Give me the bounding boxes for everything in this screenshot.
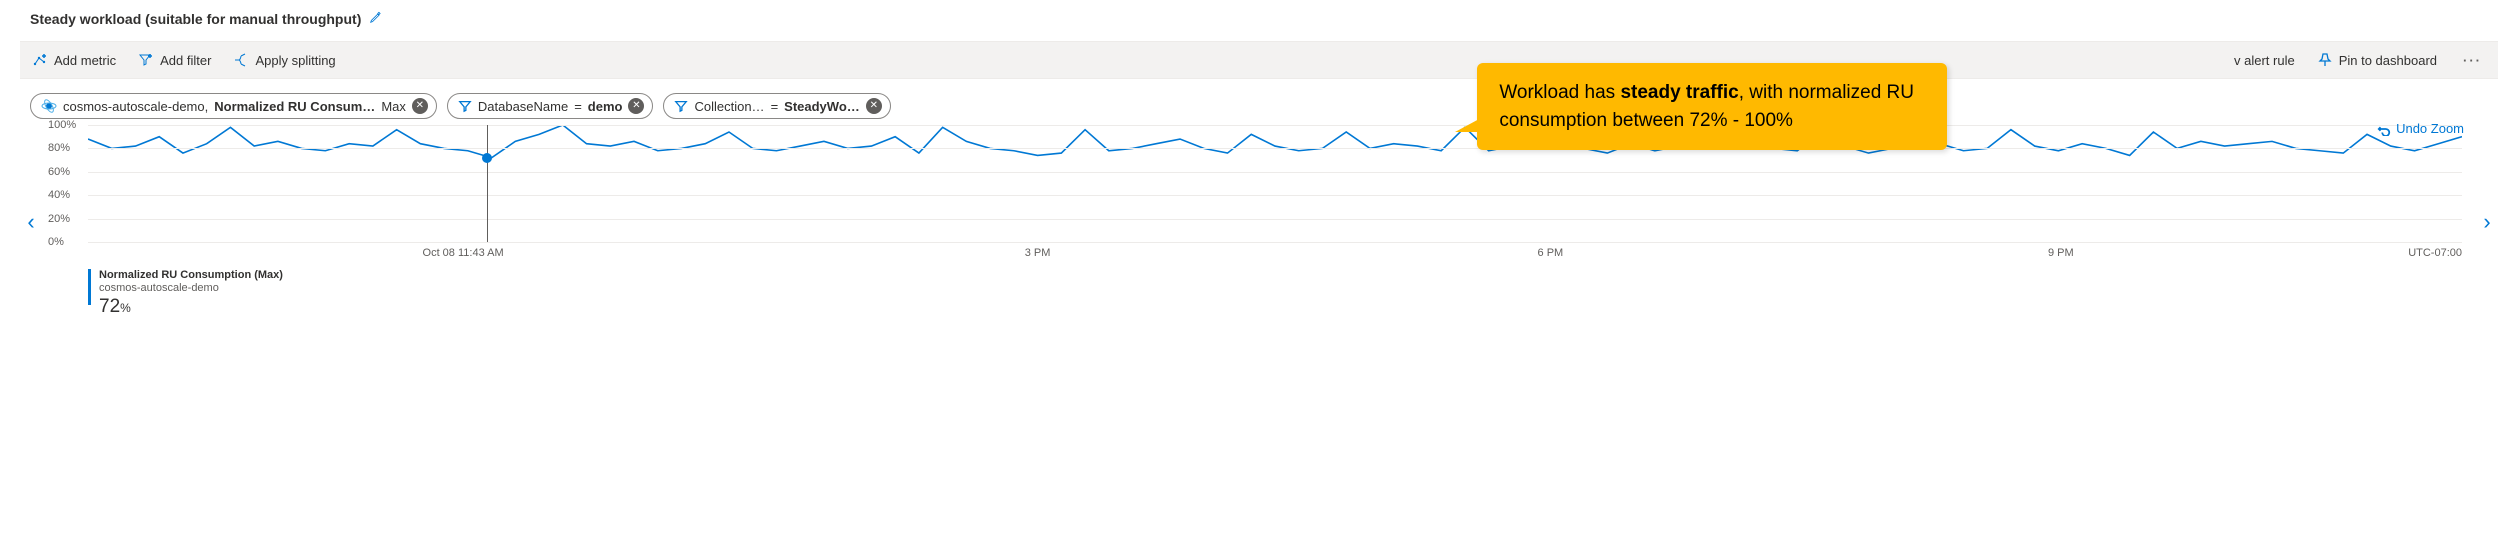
y-tick: 40% xyxy=(48,189,70,201)
annotation-callout: Workload has steady traffic, with normal… xyxy=(1477,63,1947,150)
edit-icon[interactable] xyxy=(369,10,383,27)
add-metric-label: Add metric xyxy=(54,53,116,68)
x-tick: 9 PM xyxy=(2048,247,2074,259)
gridline xyxy=(88,172,2462,173)
y-tick: 0% xyxy=(48,236,64,248)
x-tick: Oct 08 11:43 AM xyxy=(423,247,504,259)
metric-pill[interactable]: cosmos-autoscale-demo, Normalized RU Con… xyxy=(30,93,437,119)
metric-label: Normalized RU Consum… xyxy=(214,99,375,114)
undo-zoom-button[interactable]: Undo Zoom xyxy=(2377,121,2464,136)
y-tick: 60% xyxy=(48,166,70,178)
legend-resource: cosmos-autoscale-demo xyxy=(99,282,283,295)
agg-label: Max xyxy=(381,99,406,114)
x-tick: 6 PM xyxy=(1538,247,1564,259)
add-filter-button[interactable]: Add filter xyxy=(136,48,213,72)
eq-sign: = xyxy=(771,99,779,114)
resource-label: cosmos-autoscale-demo, xyxy=(63,99,208,114)
gridline xyxy=(88,219,2462,220)
apply-splitting-icon xyxy=(233,52,249,68)
alert-rule-button[interactable]: v alert rule xyxy=(2232,49,2297,72)
legend-series-name: Normalized RU Consumption (Max) xyxy=(99,269,283,282)
filter-icon xyxy=(674,99,688,113)
more-button[interactable]: ··· xyxy=(2457,53,2488,68)
coll-filter-val: SteadyWo… xyxy=(784,99,860,114)
coll-filter-key: Collection… xyxy=(694,99,764,114)
cursor-line xyxy=(487,125,488,242)
close-icon[interactable]: ✕ xyxy=(628,98,644,114)
cursor-dot xyxy=(482,153,492,163)
y-tick: 100% xyxy=(48,119,76,131)
db-filter-val: demo xyxy=(588,99,623,114)
gridline xyxy=(88,148,2462,149)
db-filter-pill[interactable]: DatabaseName = demo ✕ xyxy=(447,93,654,119)
chevron-left-icon[interactable]: ‹ xyxy=(20,202,42,242)
cosmos-icon xyxy=(41,98,57,114)
add-filter-icon xyxy=(138,52,154,68)
pin-icon xyxy=(2317,52,2333,68)
chart-plot[interactable]: 0%20%40%60%80%100% xyxy=(88,125,2462,243)
pin-label: Pin to dashboard xyxy=(2339,53,2437,68)
legend: Normalized RU Consumption (Max) cosmos-a… xyxy=(88,269,2472,319)
x-tick: 3 PM xyxy=(1025,247,1051,259)
chart-line xyxy=(88,125,2462,242)
gridline xyxy=(88,195,2462,196)
legend-value: 72% xyxy=(99,296,283,319)
eq-sign: = xyxy=(574,99,582,114)
gridline xyxy=(88,125,2462,126)
y-tick: 20% xyxy=(48,213,70,225)
db-filter-key: DatabaseName xyxy=(478,99,568,114)
filter-icon xyxy=(458,99,472,113)
page-title: Steady workload (suitable for manual thr… xyxy=(30,11,361,27)
chevron-right-icon[interactable]: › xyxy=(2476,202,2498,242)
close-icon[interactable]: ✕ xyxy=(412,98,428,114)
timezone-label: UTC-07:00 xyxy=(2408,247,2462,259)
legend-color-bar xyxy=(88,269,91,305)
add-metric-icon xyxy=(32,52,48,68)
undo-icon xyxy=(2377,122,2391,136)
close-icon[interactable]: ✕ xyxy=(866,98,882,114)
apply-splitting-label: Apply splitting xyxy=(255,53,335,68)
callout-bold: steady traffic xyxy=(1620,82,1738,103)
apply-splitting-button[interactable]: Apply splitting xyxy=(231,48,337,72)
x-axis: UTC-07:00 Oct 08 11:43 AM 3 PM 6 PM 9 PM xyxy=(88,243,2462,265)
callout-prefix: Workload has xyxy=(1499,82,1620,103)
add-filter-label: Add filter xyxy=(160,53,211,68)
coll-filter-pill[interactable]: Collection… = SteadyWo… ✕ xyxy=(663,93,890,119)
alert-rule-label: v alert rule xyxy=(2234,53,2295,68)
add-metric-button[interactable]: Add metric xyxy=(30,48,118,72)
toolbar: Add metric Add filter Apply splitting v … xyxy=(20,41,2498,79)
filter-pills: cosmos-autoscale-demo, Normalized RU Con… xyxy=(20,79,2498,125)
pin-dashboard-button[interactable]: Pin to dashboard xyxy=(2315,48,2439,72)
y-tick: 80% xyxy=(48,142,70,154)
undo-zoom-label: Undo Zoom xyxy=(2396,121,2464,136)
